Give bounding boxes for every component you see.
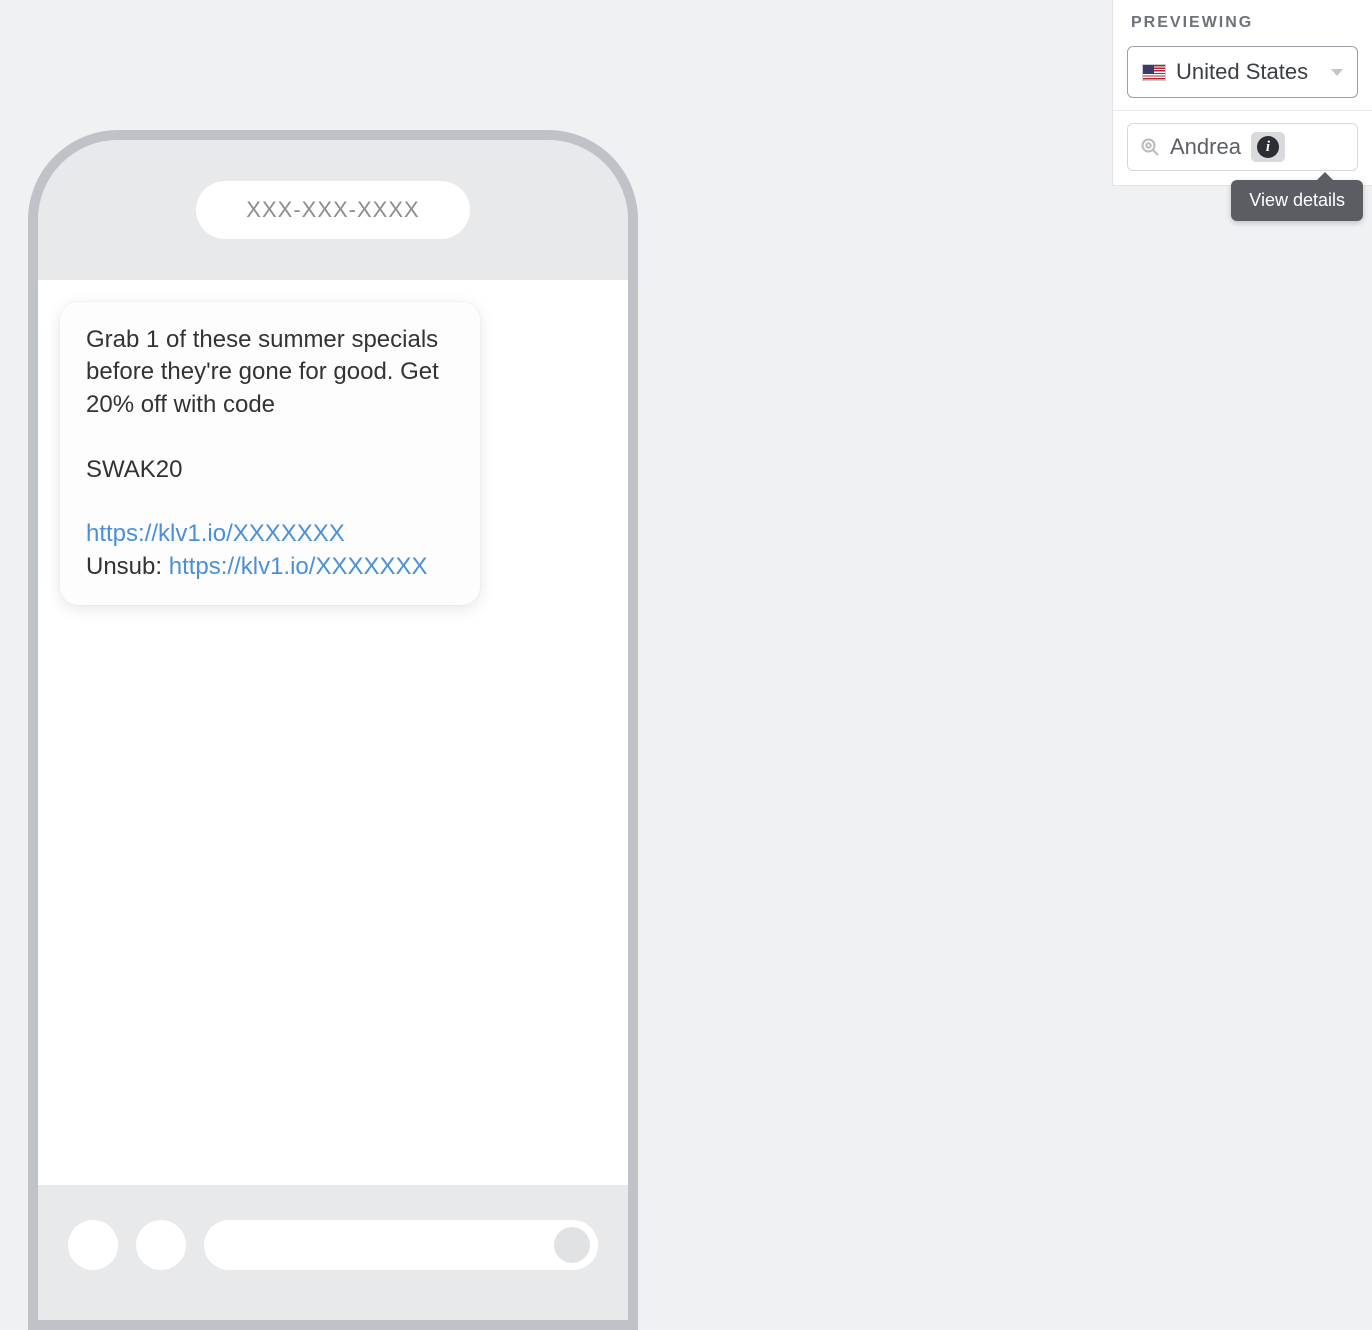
- home-button-2: [136, 1220, 186, 1270]
- country-select[interactable]: United States: [1127, 46, 1358, 98]
- phone-home-bar: [38, 1185, 628, 1305]
- info-icon: i: [1257, 136, 1279, 158]
- chevron-down-icon: [1331, 69, 1343, 76]
- sms-bubble: Grab 1 of these summer specials before t…: [60, 302, 480, 605]
- phone-body: Grab 1 of these summer specials before t…: [38, 280, 628, 1185]
- phone-mockup: XXX-XXX-XXXX Grab 1 of these summer spec…: [28, 130, 638, 1330]
- phone-status-bar: XXX-XXX-XXXX: [38, 140, 628, 280]
- search-icon: [1140, 137, 1160, 157]
- home-input-pill: [204, 1220, 598, 1270]
- panel-divider: [1113, 110, 1372, 111]
- profile-search[interactable]: Andrea i View details: [1127, 123, 1358, 171]
- sms-text-line1: Grab 1 of these summer specials before t…: [86, 326, 439, 418]
- info-button[interactable]: i: [1251, 132, 1285, 162]
- panel-title: PREVIEWING: [1127, 0, 1358, 46]
- sms-link[interactable]: https://klv1.io/XXXXXXX: [86, 520, 345, 547]
- sms-unsub-label: Unsub:: [86, 553, 169, 580]
- sms-promo-code: SWAK20: [86, 456, 182, 483]
- view-details-tooltip: View details: [1231, 180, 1363, 221]
- phone-number-pill: XXX-XXX-XXXX: [196, 181, 469, 239]
- home-button-1: [68, 1220, 118, 1270]
- preview-panel: PREVIEWING United States Andrea i View d…: [1112, 0, 1372, 186]
- sms-unsub-link[interactable]: https://klv1.io/XXXXXXX: [169, 553, 428, 580]
- profile-name: Andrea: [1170, 134, 1241, 160]
- country-select-label: United States: [1176, 59, 1308, 85]
- us-flag-icon: [1142, 64, 1166, 81]
